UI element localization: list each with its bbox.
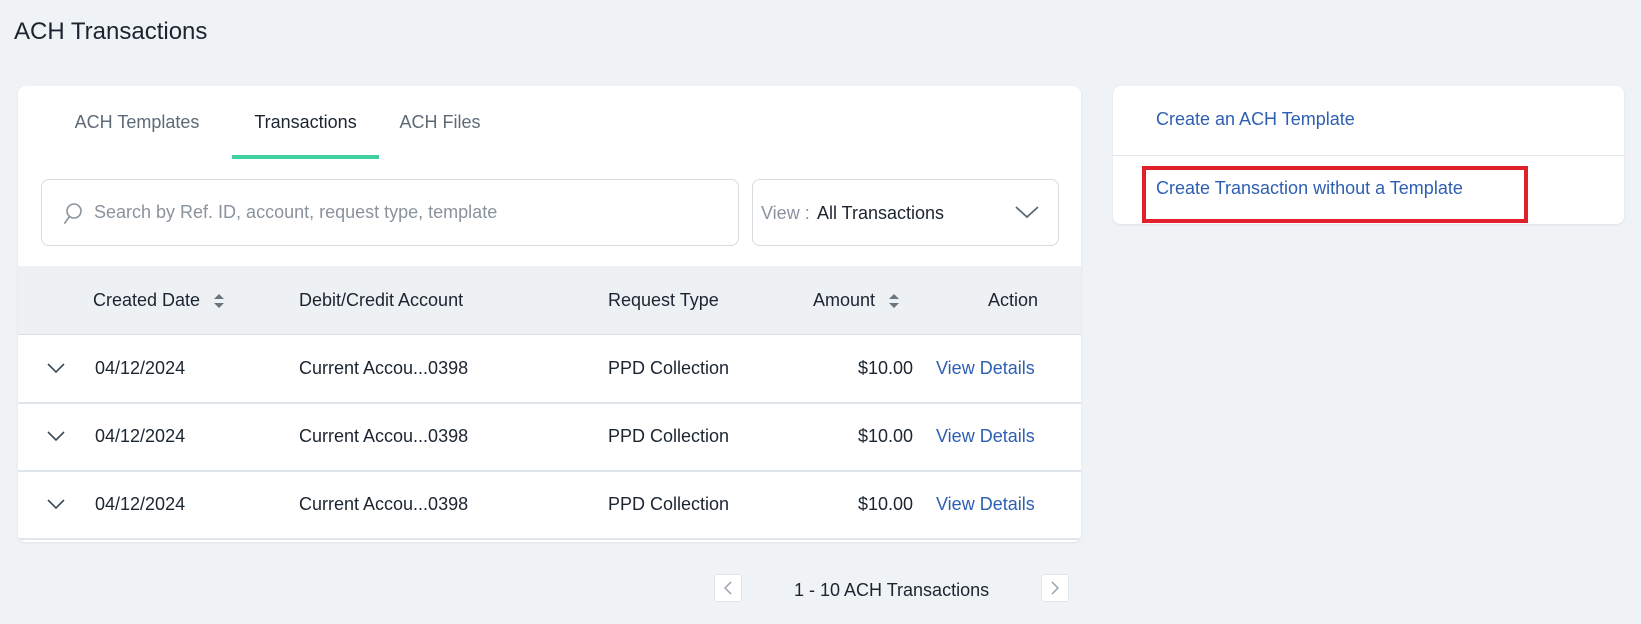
divider (1113, 155, 1624, 156)
col-amount[interactable]: Amount (813, 290, 901, 311)
prev-page-button[interactable] (714, 574, 742, 602)
cell-date: 04/12/2024 (95, 494, 186, 514)
view-filter-label: View : (761, 203, 810, 223)
col-created-date-label: Created Date (93, 290, 201, 310)
chevron-down-icon[interactable] (46, 430, 66, 442)
cell-account: Current Accou...0398 (299, 494, 469, 514)
chevron-down-icon[interactable] (46, 498, 66, 510)
col-account: Debit/Credit Account (299, 290, 464, 310)
search-icon (64, 203, 82, 224)
cell-request-type: PPD Collection (608, 426, 730, 446)
tab-transactions[interactable]: Transactions (232, 86, 379, 159)
chevron-left-icon (724, 581, 732, 595)
cell-amount: $10.00 (857, 358, 913, 378)
chevron-right-icon (1051, 581, 1059, 595)
tab-ach-files[interactable]: ACH Files (397, 86, 483, 159)
table-header: Created Date Debit/Credit Account Reques… (18, 266, 1081, 335)
view-details-link[interactable]: View Details (936, 358, 1035, 379)
page-title: ACH Transactions (14, 18, 208, 45)
cell-date: 04/12/2024 (95, 426, 186, 446)
cell-account: Current Accou...0398 (299, 426, 469, 446)
search-box (41, 179, 739, 246)
create-ach-template-link[interactable]: Create an ACH Template (1156, 109, 1355, 130)
view-filter-value: All Transactions (817, 203, 945, 223)
view-details-link[interactable]: View Details (936, 426, 1035, 447)
table-row: 04/12/2024 Current Accou...0398 PPD Coll… (18, 404, 1081, 472)
col-action: Action (988, 290, 1039, 310)
tab-ach-templates[interactable]: ACH Templates (65, 86, 209, 159)
col-request-type: Request Type (608, 290, 719, 310)
view-filter-select[interactable]: View : All Transactions (752, 179, 1059, 246)
col-amount-label: Amount (813, 290, 876, 310)
cell-request-type: PPD Collection (608, 358, 730, 378)
cell-amount: $10.00 (857, 426, 913, 446)
table-row: 04/12/2024 Current Accou...0398 PPD Coll… (18, 472, 1081, 540)
table-row: 04/12/2024 Current Accou...0398 PPD Coll… (18, 336, 1081, 404)
cell-account: Current Accou...0398 (299, 358, 469, 378)
next-page-button[interactable] (1041, 574, 1069, 602)
chevron-down-icon[interactable] (46, 362, 66, 374)
search-input[interactable] (94, 180, 714, 245)
transactions-card: ACH Templates Transactions ACH Files Vie… (18, 86, 1081, 542)
sort-icon[interactable] (887, 292, 901, 310)
sort-icon[interactable] (212, 292, 226, 310)
cell-date: 04/12/2024 (95, 358, 186, 378)
pagination-summary: 1 - 10 ACH Transactions (794, 580, 990, 600)
cell-request-type: PPD Collection (608, 494, 730, 514)
col-created-date[interactable]: Created Date (93, 290, 226, 311)
tab-bar: ACH Templates Transactions ACH Files (18, 86, 1081, 159)
highlight-annotation (1142, 166, 1528, 223)
cell-amount: $10.00 (857, 494, 913, 514)
view-details-link[interactable]: View Details (936, 494, 1035, 515)
chevron-down-icon (1015, 206, 1039, 219)
